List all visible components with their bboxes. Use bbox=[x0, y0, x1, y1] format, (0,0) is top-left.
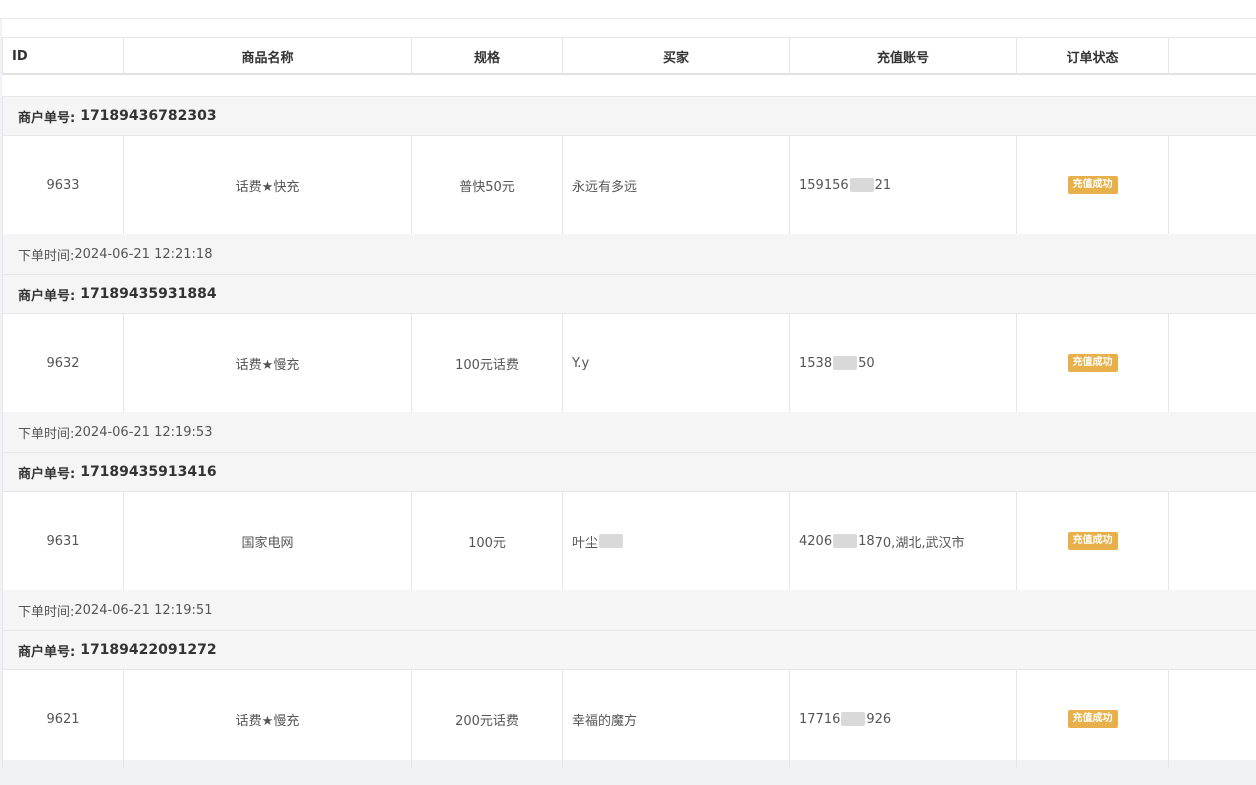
table-row[interactable]: 9633 话费★快充 普快50元 永远有多远 159156 21 充值成功 bbox=[3, 136, 1256, 234]
cell-account: 17716 926 bbox=[790, 670, 1017, 768]
order-item: 商户单号: 17189422091272 9621 话费★慢充 200元话费 幸… bbox=[2, 630, 1256, 768]
account-prefix: 159156 bbox=[799, 177, 849, 193]
header-extra bbox=[1169, 38, 1256, 74]
cell-id: 9633 bbox=[3, 136, 124, 234]
table-header: ID 商品名称 规格 买家 充值账号 订单状态 bbox=[2, 37, 1256, 75]
cell-account: 1538 50 bbox=[790, 314, 1017, 412]
account-prefix: 1538 bbox=[799, 355, 833, 371]
cell-extra bbox=[1169, 492, 1256, 590]
account-suffix: 50 bbox=[858, 355, 875, 371]
cell-status: 充值成功 bbox=[1017, 492, 1169, 590]
order-time-row: 下单时间: 2024-06-21 12:19:51 bbox=[3, 590, 1256, 630]
header-account: 充值账号 bbox=[790, 38, 1017, 74]
cell-status: 充值成功 bbox=[1017, 136, 1169, 234]
cell-extra bbox=[1169, 670, 1256, 768]
cell-account: 159156 21 bbox=[790, 136, 1017, 234]
cell-spec: 100元 bbox=[412, 492, 563, 590]
merchant-no-label: 商户单号: bbox=[18, 466, 76, 482]
redacted-mask bbox=[833, 534, 858, 548]
table-row[interactable]: 9632 话费★慢充 100元话费 Y.y 1538 50 充值成功 bbox=[3, 314, 1256, 412]
account-suffix: 21 bbox=[874, 177, 892, 193]
cell-account: 4206 18 70,湖北,武汉市 bbox=[790, 492, 1017, 590]
merchant-no-label: 商户单号: bbox=[18, 110, 76, 126]
cell-buyer: Y.y bbox=[563, 314, 790, 412]
cell-extra bbox=[1169, 136, 1256, 234]
status-badge: 充值成功 bbox=[1067, 354, 1118, 372]
cell-product: 话费★慢充 bbox=[124, 314, 412, 412]
cell-buyer: 幸福的魔方 bbox=[563, 670, 790, 768]
cell-spec: 普快50元 bbox=[412, 136, 563, 234]
redacted-mask bbox=[849, 178, 874, 192]
header-buyer: 买家 bbox=[563, 38, 790, 74]
order-time-label: 下单时间: bbox=[18, 248, 75, 264]
buyer-name: 叶尘 bbox=[572, 535, 599, 551]
merchant-no-value: 17189435931884 bbox=[80, 286, 217, 302]
redacted-mask bbox=[841, 712, 866, 726]
order-time-row: 下单时间: 2024-06-21 12:19:53 bbox=[3, 412, 1256, 452]
account-extra: 70,湖北,武汉市 bbox=[874, 535, 965, 551]
cell-buyer: 叶尘 bbox=[563, 492, 790, 590]
cell-status: 充值成功 bbox=[1017, 314, 1169, 412]
cell-spec: 100元话费 bbox=[412, 314, 563, 412]
order-time-row: 下单时间: 2024-06-21 12:21:18 bbox=[3, 234, 1256, 274]
redacted-mask bbox=[599, 534, 624, 548]
top-strip bbox=[0, 0, 1256, 19]
cell-product: 话费★慢充 bbox=[124, 670, 412, 768]
merchant-no-row: 商户单号: 17189422091272 bbox=[3, 630, 1256, 670]
account-suffix: 18 bbox=[858, 533, 875, 549]
order-item: 商户单号: 17189435931884 9632 话费★慢充 100元话费 Y… bbox=[2, 274, 1256, 452]
order-time-value: 2024-06-21 12:21:18 bbox=[74, 246, 213, 262]
table-row[interactable]: 9621 话费★慢充 200元话费 幸福的魔方 17716 926 充值成功 bbox=[3, 670, 1256, 768]
header-spec: 规格 bbox=[412, 38, 563, 74]
cell-id: 9631 bbox=[3, 492, 124, 590]
cell-id: 9632 bbox=[3, 314, 124, 412]
cell-status: 充值成功 bbox=[1017, 670, 1169, 768]
merchant-no-label: 商户单号: bbox=[18, 288, 76, 304]
account-prefix: 4206 bbox=[799, 533, 833, 549]
header-status: 订单状态 bbox=[1017, 38, 1169, 74]
order-item: 商户单号: 17189435913416 9631 国家电网 100元 叶尘 4… bbox=[2, 452, 1256, 630]
status-badge: 充值成功 bbox=[1067, 176, 1118, 194]
merchant-no-value: 17189422091272 bbox=[80, 642, 217, 658]
cell-buyer: 永远有多远 bbox=[563, 136, 790, 234]
order-time-label: 下单时间: bbox=[18, 604, 75, 620]
redacted-mask bbox=[833, 356, 858, 370]
merchant-no-label: 商户单号: bbox=[18, 644, 76, 660]
header-id: ID bbox=[3, 38, 124, 74]
order-item: 商户单号: 17189436782303 9633 话费★快充 普快50元 永远… bbox=[2, 96, 1256, 274]
cell-id: 9621 bbox=[3, 670, 124, 768]
merchant-no-value: 17189436782303 bbox=[80, 108, 217, 124]
merchant-no-row: 商户单号: 17189436782303 bbox=[3, 96, 1256, 136]
header-product: 商品名称 bbox=[124, 38, 412, 74]
page: ID 商品名称 规格 买家 充值账号 订单状态 商户单号: 1718943678… bbox=[0, 0, 1256, 785]
table-row[interactable]: 9631 国家电网 100元 叶尘 4206 18 70,湖北,武汉市 充值成功 bbox=[3, 492, 1256, 590]
cell-product: 国家电网 bbox=[124, 492, 412, 590]
cell-product: 话费★快充 bbox=[124, 136, 412, 234]
order-time-label: 下单时间: bbox=[18, 426, 75, 442]
orders-panel: ID 商品名称 规格 买家 充值账号 订单状态 商户单号: 1718943678… bbox=[2, 19, 1256, 768]
order-time-value: 2024-06-21 12:19:51 bbox=[74, 602, 213, 618]
cell-spec: 200元话费 bbox=[412, 670, 563, 768]
status-badge: 充值成功 bbox=[1067, 532, 1118, 550]
merchant-no-row: 商户单号: 17189435913416 bbox=[3, 452, 1256, 492]
merchant-no-row: 商户单号: 17189435931884 bbox=[3, 274, 1256, 314]
cell-extra bbox=[1169, 314, 1256, 412]
account-suffix: 926 bbox=[866, 711, 892, 727]
account-prefix: 17716 bbox=[799, 711, 841, 727]
merchant-no-value: 17189435913416 bbox=[80, 464, 217, 480]
order-time-value: 2024-06-21 12:19:53 bbox=[74, 424, 213, 440]
status-badge: 充值成功 bbox=[1067, 710, 1118, 728]
order-list: 商户单号: 17189436782303 9633 话费★快充 普快50元 永远… bbox=[2, 96, 1256, 768]
